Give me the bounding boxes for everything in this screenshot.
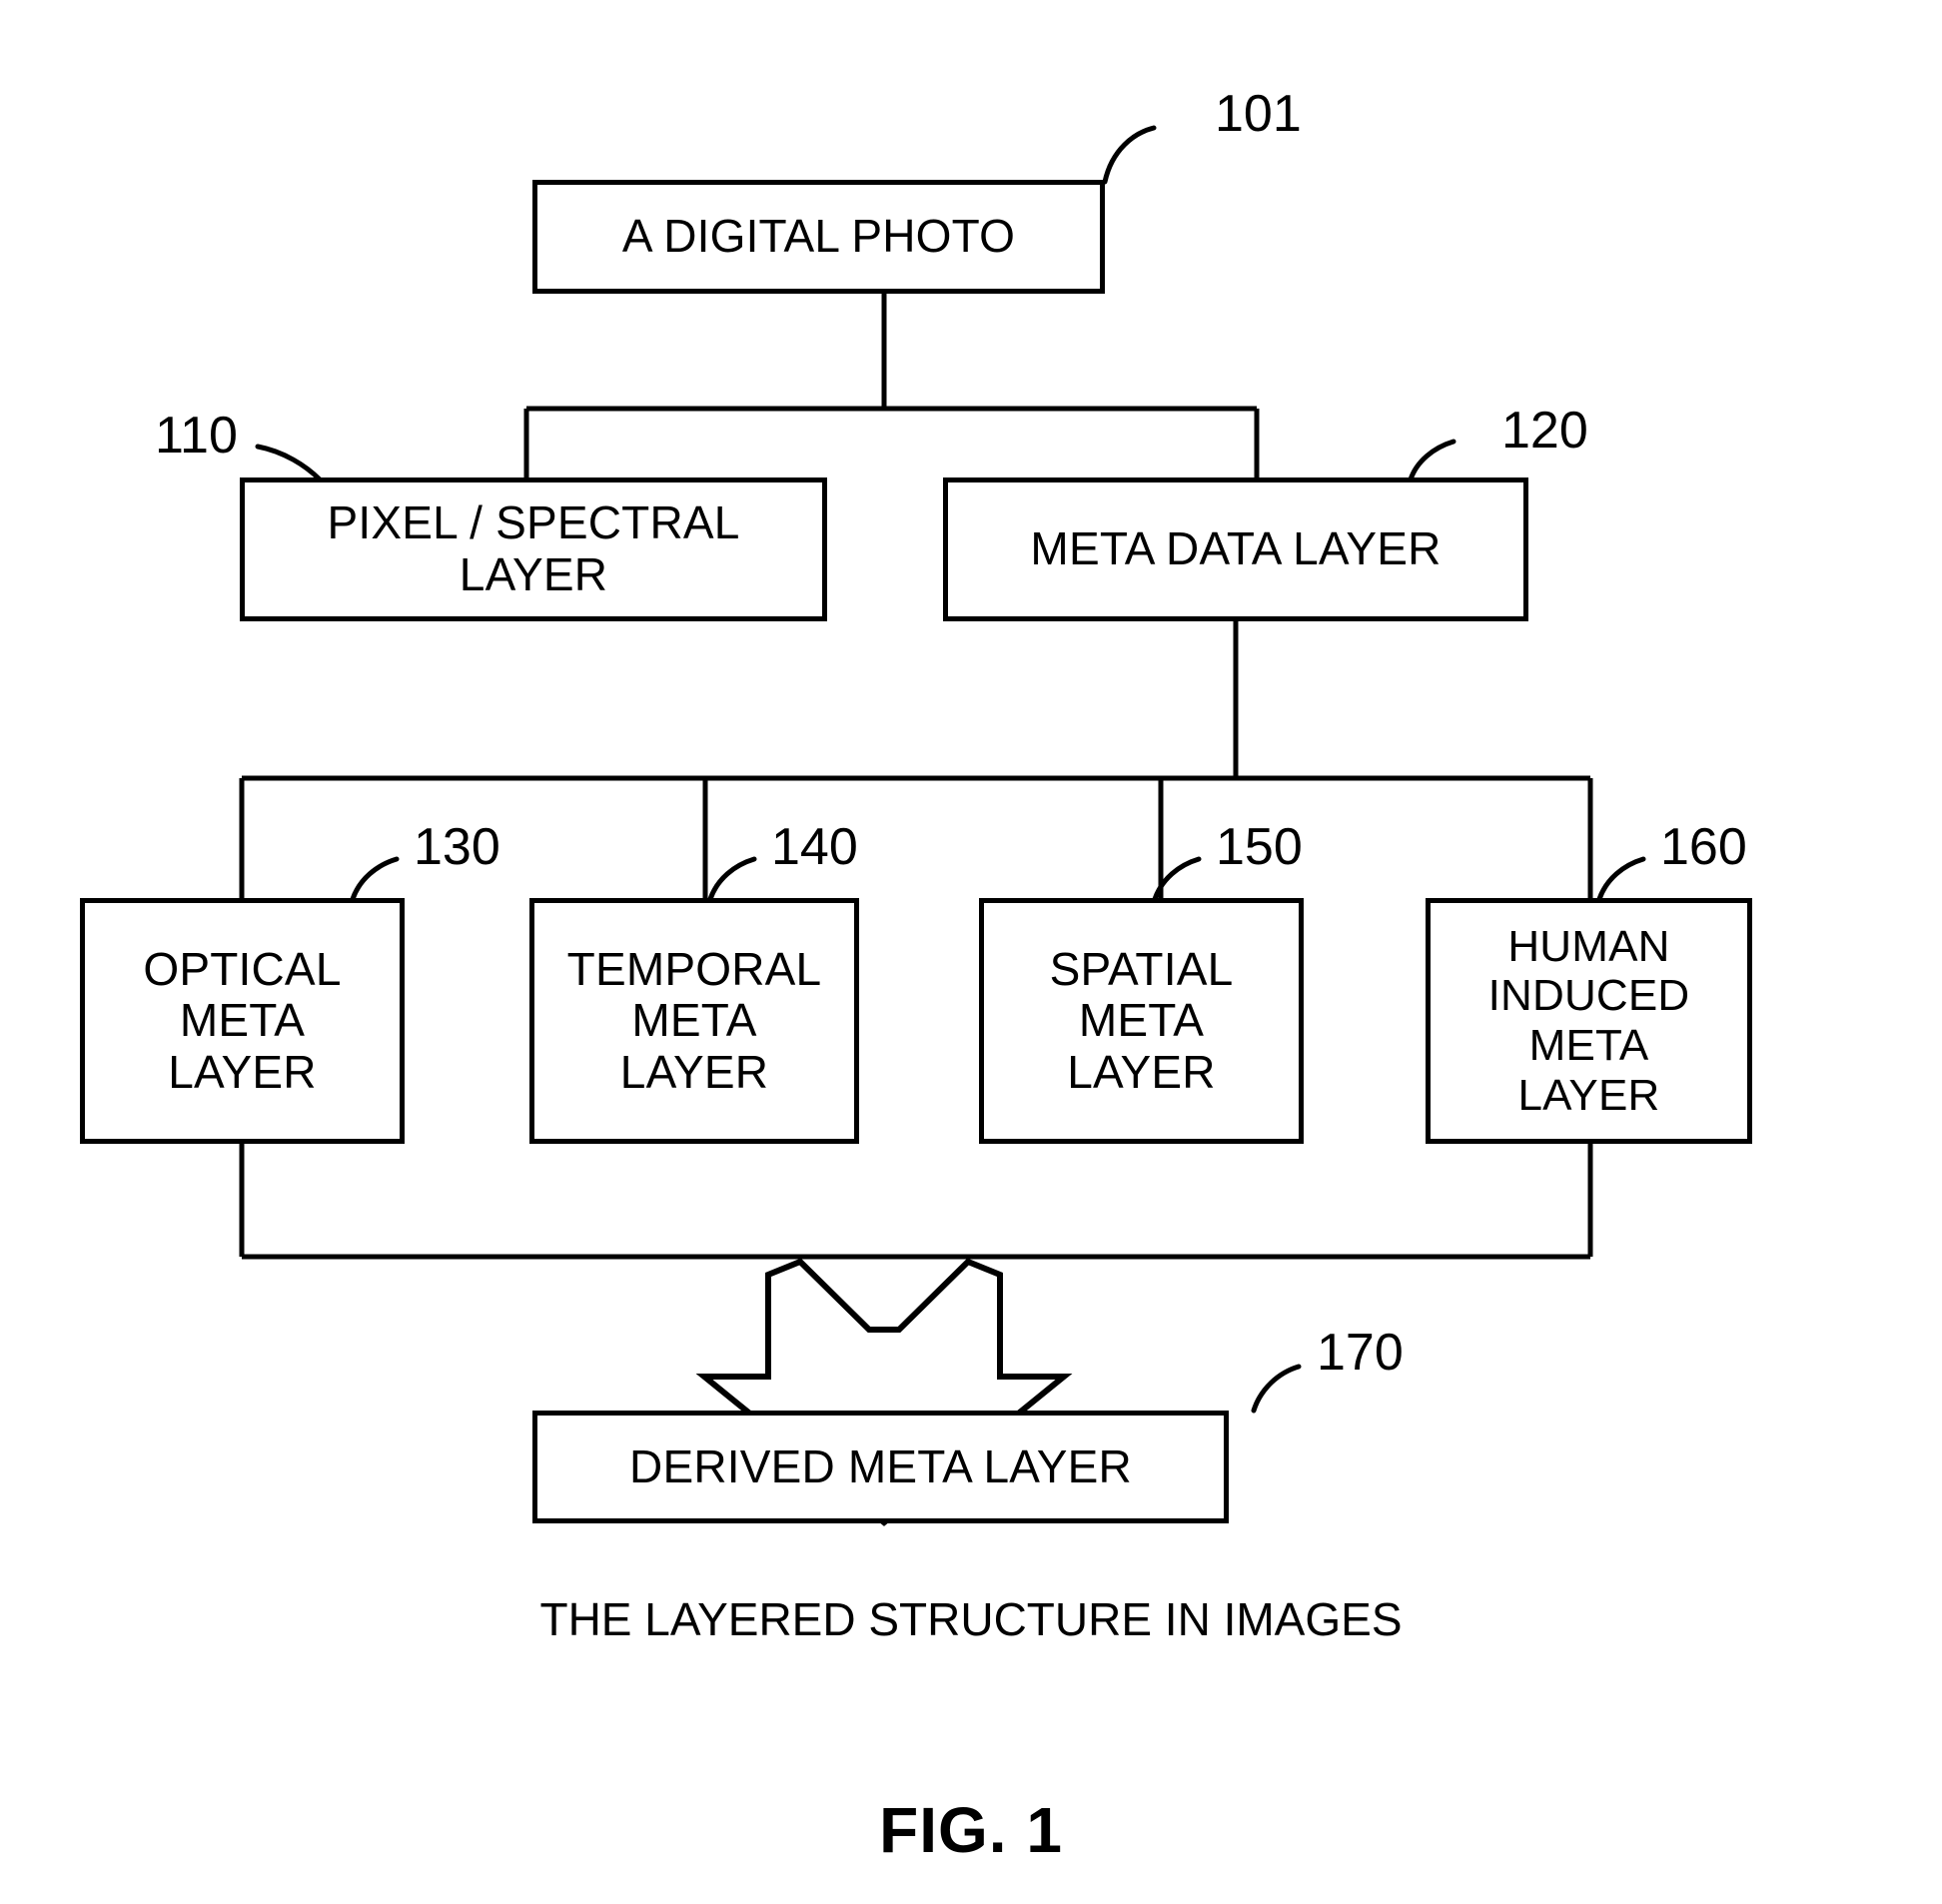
ref-numeral-120: 120 <box>1501 402 1588 460</box>
ref-numeral-150: 150 <box>1216 818 1303 876</box>
node-label-spatial-meta-layer: SPATIAL META LAYER <box>1049 942 1234 1098</box>
node-label-a-digital-photo: A DIGITAL PHOTO <box>621 210 1016 263</box>
ref-numeral-170: 170 <box>1317 1324 1404 1382</box>
ref-numeral-101: 101 <box>1215 85 1302 143</box>
leader-line-130 <box>350 856 400 902</box>
ref-numeral-130: 130 <box>414 818 500 876</box>
node-label-meta-data-layer: META DATA LAYER <box>1030 522 1442 575</box>
node-derived-meta-layer[interactable]: DERIVED META LAYER <box>532 1411 1229 1523</box>
leader-line-120 <box>1408 439 1456 482</box>
ref-numeral-140: 140 <box>771 818 858 876</box>
leader-line-160 <box>1596 856 1646 902</box>
node-optical-meta-layer[interactable]: OPTICAL META LAYER <box>80 898 405 1144</box>
leader-line-140 <box>707 856 757 902</box>
node-label-human-induced-meta-layer: HUMAN INDUCED META LAYER <box>1487 921 1690 1120</box>
node-label-temporal-meta-layer: TEMPORAL META LAYER <box>566 942 822 1098</box>
leader-line-170 <box>1251 1364 1302 1414</box>
node-label-pixel-spectral-layer: PIXEL / SPECTRAL LAYER <box>327 496 740 600</box>
node-human-induced-meta-layer[interactable]: HUMAN INDUCED META LAYER <box>1426 898 1752 1144</box>
node-a-digital-photo[interactable]: A DIGITAL PHOTO <box>532 180 1105 294</box>
node-label-derived-meta-layer: DERIVED META LAYER <box>629 1439 1132 1492</box>
node-label-optical-meta-layer: OPTICAL META LAYER <box>143 942 342 1098</box>
ref-numeral-110: 110 <box>155 407 238 465</box>
node-spatial-meta-layer[interactable]: SPATIAL META LAYER <box>979 898 1304 1144</box>
leader-line-101 <box>1102 125 1157 185</box>
patent-figure: A DIGITAL PHOTO PIXEL / SPECTRAL LAYER M… <box>0 0 1942 1904</box>
figure-caption: THE LAYERED STRUCTURE IN IMAGES <box>539 1593 1403 1645</box>
node-temporal-meta-layer[interactable]: TEMPORAL META LAYER <box>529 898 859 1144</box>
node-pixel-spectral-layer[interactable]: PIXEL / SPECTRAL LAYER <box>240 477 827 621</box>
leader-line-110 <box>255 444 323 482</box>
ref-numeral-160: 160 <box>1660 818 1747 876</box>
figure-title: FIG. 1 <box>879 1794 1063 1866</box>
node-meta-data-layer[interactable]: META DATA LAYER <box>943 477 1528 621</box>
